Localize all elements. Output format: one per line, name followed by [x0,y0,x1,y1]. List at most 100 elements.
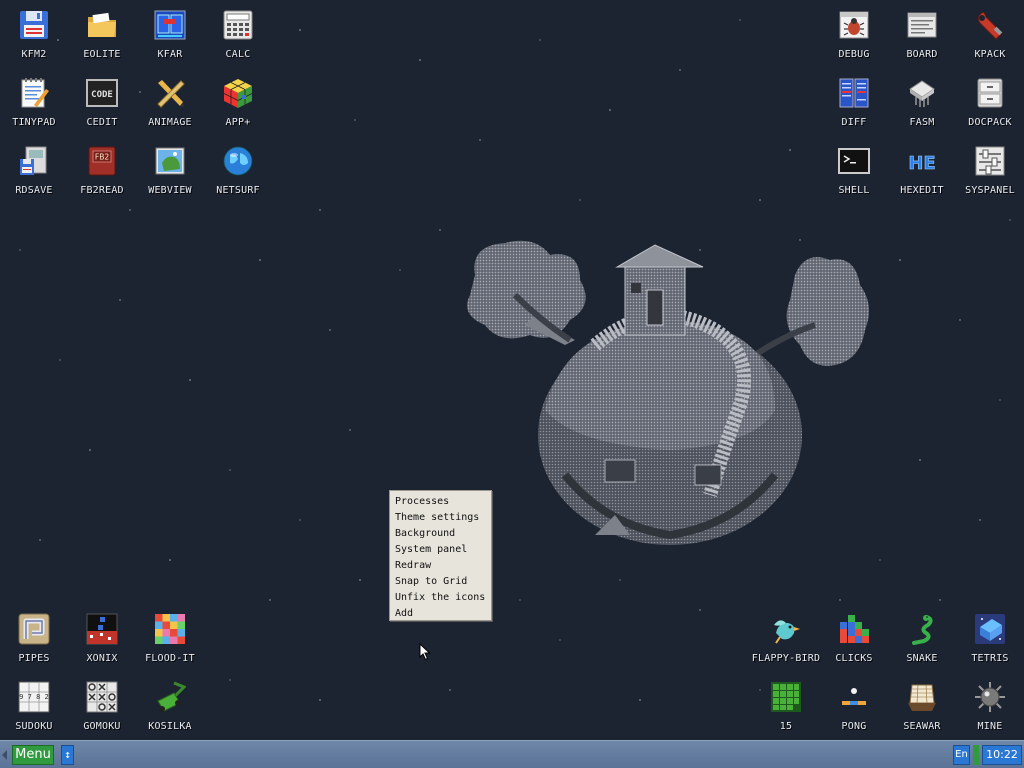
hexedit-glyph: HE [908,153,935,174]
icon-label: SUDOKU [15,721,53,732]
desktop-icon-pong[interactable]: PONG [820,672,888,736]
desktop-icon-calc[interactable]: CALC [204,0,272,64]
icon-label: KFM2 [21,49,47,60]
keyboard-layout-indicator[interactable]: En [953,745,970,765]
web-map-icon [153,144,187,178]
cedit-glyph: CODE [91,90,113,100]
desktop-icon-syspanel[interactable]: SYSPANEL [956,136,1024,200]
desktop-icon-debug[interactable]: DEBUG [820,0,888,64]
desktop-icon-eolite[interactable]: EOLITE [68,0,136,64]
menu-item-theme-settings[interactable]: Theme settings [390,510,491,526]
tic-tac-toe-icon [85,680,119,714]
desktop-icon-kfar[interactable]: KFAR [136,0,204,64]
desktop-icon-board[interactable]: BOARD [888,0,956,64]
notepad-icon [17,76,51,110]
desktop-icon-docpack[interactable]: DOCPACK [956,68,1024,132]
desktop-icon-shell[interactable]: SHELL [820,136,888,200]
desktop-icon-pipes[interactable]: PIPES [0,604,68,668]
menu-item-background[interactable]: Background [390,526,491,542]
pencil-ruler-icon [153,76,187,110]
icon-label: CLICKS [835,653,873,664]
icon-label: CEDIT [86,117,118,128]
desktop-icon-mine[interactable]: MINE [956,672,1024,736]
taskbar-scroll-left-icon[interactable] [2,750,7,760]
desktop-icon-animage[interactable]: ANIMAGE [136,68,204,132]
desktop-icon-kfm2[interactable]: KFM2 [0,0,68,64]
desktop-icon-gomoku[interactable]: GOMOKU [68,672,136,736]
icon-label: WEBVIEW [148,185,192,196]
desktop-icon-seawar[interactable]: SEAWAR [888,672,956,736]
menu-item-unfix-icons[interactable]: Unfix the icons [390,590,491,606]
folder-icon [85,8,119,42]
menu-item-add[interactable]: Add [390,606,491,622]
menu-item-processes[interactable]: Processes [390,494,491,510]
desktop-icon-kosilka[interactable]: KOSILKA [136,672,204,736]
sudoku-grid-icon: 9 7 8 2 [17,680,51,714]
icon-label: XONIX [86,653,118,664]
tray-separator [973,745,979,765]
book-icon: FB2 [85,144,119,178]
assembler-chip-icon [905,76,939,110]
desktop-icon-sudoku[interactable]: 9 7 8 2 SUDOKU [0,672,68,736]
color-grid-icon [153,612,187,646]
mouse-cursor-icon [419,643,431,661]
desktop-icon-hexedit[interactable]: HE HEXEDIT [888,136,956,200]
desktop-icon-cedit[interactable]: CODE CEDIT [68,68,136,132]
icon-label: APP+ [225,117,251,128]
desktop-icon-kpack[interactable]: KPACK [956,0,1024,64]
taskbar: Menu ↕ En 10:22 [0,740,1024,768]
menu-item-redraw[interactable]: Redraw [390,558,491,574]
icon-label: SHELL [838,185,870,196]
fifteen-puzzle-icon [769,680,803,714]
pipes-icon [17,612,51,646]
icon-label: DEBUG [838,49,870,60]
desktop-icon-15[interactable]: 15 [752,672,820,736]
bug-window-icon [837,8,871,42]
desktop-icon-webview[interactable]: WEBVIEW [136,136,204,200]
pong-paddle-icon [837,680,871,714]
icon-label: KFAR [157,49,183,60]
icon-label: TINYPAD [12,117,56,128]
icon-label: SNAKE [906,653,938,664]
desktop-icon-rdsave[interactable]: RDSAVE [0,136,68,200]
icon-label: BOARD [906,49,938,60]
desktop-context-menu: Processes Theme settings Background Syst… [389,490,492,621]
icon-label: EOLITE [83,49,121,60]
icon-label: FB2READ [80,185,124,196]
floppy-disk-icon [17,8,51,42]
icon-label: CALC [225,49,251,60]
snake-icon [905,612,939,646]
desktop-icon-snake[interactable]: SNAKE [888,604,956,668]
icon-label: FLOOD-IT [145,653,195,664]
icon-label: DIFF [841,117,867,128]
icon-label: 15 [779,721,793,732]
desktop-icon-appplus[interactable]: APP+ [204,68,272,132]
window-switch-button[interactable]: ↕ [61,745,74,765]
desktop-icon-flappy-bird[interactable]: FLAPPY-BIRD [752,604,820,668]
desktop-icon-floodit[interactable]: FLOOD-IT [136,604,204,668]
desktop-icon-fb2read[interactable]: FB2 FB2READ [68,136,136,200]
desktop-icon-tetris[interactable]: TETRIS [956,604,1024,668]
icon-label: FLAPPY-BIRD [751,653,821,664]
log-board-icon [905,8,939,42]
lawn-mower-icon [153,680,187,714]
menu-item-snap-to-grid[interactable]: Snap to Grid [390,574,491,590]
sudoku-glyph: 9 7 8 2 [19,693,49,701]
desktop-icon-tinypad[interactable]: TINYPAD [0,68,68,132]
start-menu-button[interactable]: Menu [12,745,54,765]
desktop-icon-clicks[interactable]: CLICKS [820,604,888,668]
menu-item-system-panel[interactable]: System panel [390,542,491,558]
icon-label: HEXEDIT [900,185,944,196]
bird-icon [769,612,803,646]
desktop-icon-diff[interactable]: DIFF [820,68,888,132]
globe-icon [221,144,255,178]
desktop-icon-fasm[interactable]: FASM [888,68,956,132]
clock[interactable]: 10:22 [982,745,1022,765]
desktop-icon-xonix[interactable]: XONIX [68,604,136,668]
hex-editor-icon: HE [905,144,939,178]
icon-label: ANIMAGE [148,117,192,128]
sailing-ship-icon [905,680,939,714]
desktop[interactable]: KFM2 EOLITE KFAR CALC TINYPAD CODE CEDIT [0,0,1024,740]
desktop-icon-netsurf[interactable]: NETSURF [204,136,272,200]
icon-label: DOCPACK [968,117,1012,128]
